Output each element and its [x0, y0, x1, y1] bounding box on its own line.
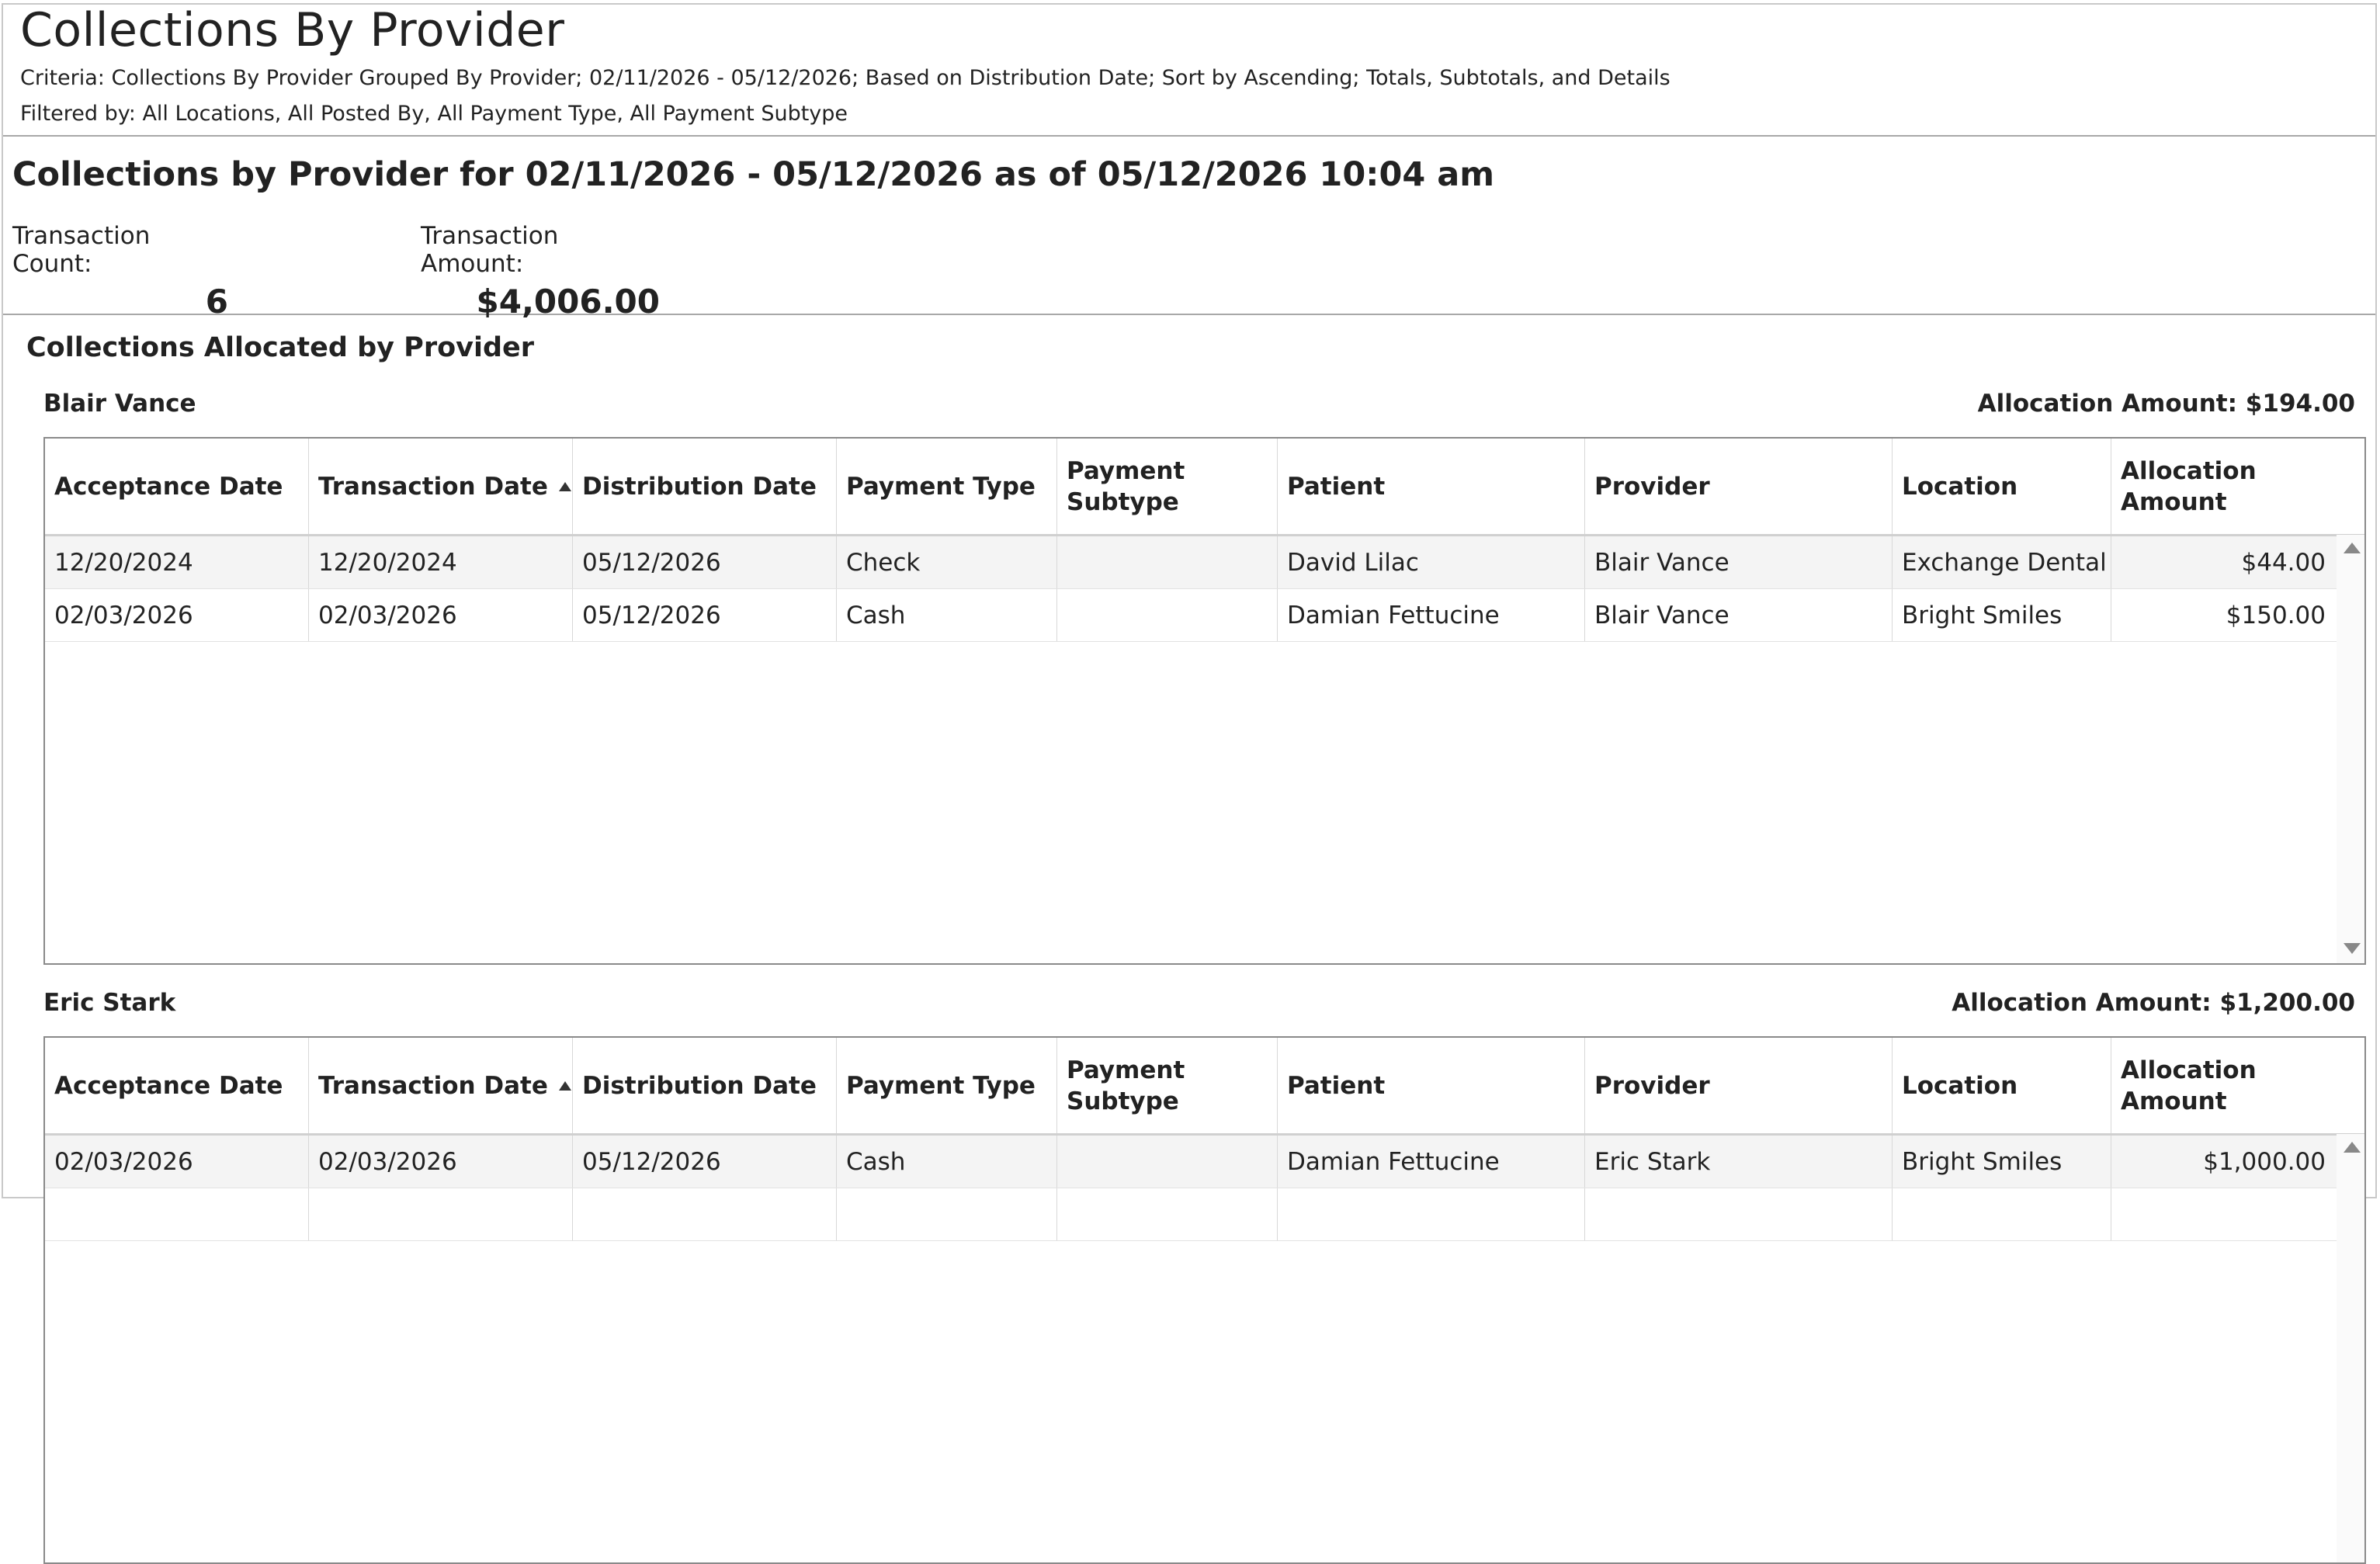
collections-grid[interactable]: Acceptance Date Transaction Date Distrib…	[43, 437, 2366, 965]
grid-header: Acceptance Date Transaction Date Distrib…	[45, 1038, 2364, 1136]
cell-patient: Damian Fettucine	[1278, 1136, 1585, 1188]
column-header-payment-type[interactable]: Payment Type	[837, 1038, 1057, 1133]
cell-payment-subtype	[1057, 536, 1278, 588]
cell-transaction-date: 02/03/2026	[309, 589, 573, 641]
cell-allocation-amount: $44.00	[2241, 548, 2326, 577]
cell-provider: Eric Stark	[1585, 1136, 1893, 1188]
transaction-amount-label: Transaction Amount:	[421, 222, 559, 278]
column-header-transaction-date[interactable]: Transaction Date	[309, 439, 573, 534]
transaction-count-label: Transaction Count:	[12, 222, 151, 278]
column-header-location[interactable]: Location	[1893, 439, 2111, 534]
provider-allocation-amount: Allocation Amount: $194.00	[1977, 390, 2355, 418]
cell-patient: David Lilac	[1278, 536, 1585, 588]
section-title: Collections Allocated by Provider	[26, 332, 534, 363]
cell-allocation-amount	[2111, 1188, 2340, 1240]
cell-location: Bright Smiles	[1893, 1136, 2111, 1188]
cell-payment-type: Cash	[837, 1136, 1057, 1188]
cell-location: Bright Smiles	[1893, 589, 2111, 641]
report-title: Collections By Provider	[20, 3, 565, 57]
transaction-amount: Transaction Amount: $4,006.00	[421, 222, 660, 321]
cell-allocation-amount: $1,000.00	[2203, 1147, 2326, 1176]
grid-header: Acceptance Date Transaction Date Distrib…	[45, 439, 2364, 536]
cell-acceptance-date	[45, 1188, 309, 1240]
column-header-distribution-date[interactable]: Distribution Date	[573, 1038, 837, 1133]
provider-allocation-amount: Allocation Amount: $1,200.00	[1952, 989, 2355, 1017]
scroll-down-icon[interactable]	[2344, 943, 2361, 954]
vertical-scrollbar[interactable]	[2337, 535, 2364, 963]
cell-allocation-amount: $150.00	[2226, 601, 2326, 629]
cell-payment-subtype	[1057, 589, 1278, 641]
cell-payment-type	[837, 1188, 1057, 1240]
cell-payment-subtype	[1057, 1136, 1278, 1188]
cell-acceptance-date: 02/03/2026	[45, 1136, 309, 1188]
column-header-payment-type[interactable]: Payment Type	[837, 439, 1057, 534]
table-row[interactable]: 02/03/2026 02/03/2026 05/12/2026 Cash Da…	[45, 1136, 2364, 1188]
cell-acceptance-date: 02/03/2026	[45, 589, 309, 641]
transaction-count-value: 6	[205, 283, 228, 321]
column-header-provider[interactable]: Provider	[1585, 1038, 1893, 1133]
column-header-allocation-amount[interactable]: Allocation Amount	[2111, 1038, 2340, 1133]
sort-ascending-icon[interactable]	[558, 1080, 571, 1091]
provider-name: Eric Stark	[43, 989, 176, 1017]
column-header-patient[interactable]: Patient	[1278, 1038, 1585, 1133]
column-header-patient[interactable]: Patient	[1278, 439, 1585, 534]
vertical-scrollbar[interactable]	[2337, 1134, 2364, 1562]
cell-patient	[1278, 1188, 1585, 1240]
sort-ascending-icon[interactable]	[558, 481, 571, 491]
cell-patient: Damian Fettucine	[1278, 589, 1585, 641]
column-header-transaction-date[interactable]: Transaction Date	[309, 1038, 573, 1133]
column-header-acceptance-date[interactable]: Acceptance Date	[45, 439, 309, 534]
column-header-distribution-date[interactable]: Distribution Date	[573, 439, 837, 534]
scroll-up-icon[interactable]	[2344, 1142, 2361, 1153]
table-row[interactable]	[45, 1188, 2364, 1241]
cell-transaction-date	[309, 1188, 573, 1240]
table-row[interactable]: 02/03/2026 02/03/2026 05/12/2026 Cash Da…	[45, 589, 2364, 642]
collections-grid[interactable]: Acceptance Date Transaction Date Distrib…	[43, 1036, 2366, 1564]
cell-transaction-date: 02/03/2026	[309, 1136, 573, 1188]
provider-name: Blair Vance	[43, 390, 196, 418]
report-filters: Filtered by: All Locations, All Posted B…	[20, 102, 848, 126]
transaction-amount-value: $4,006.00	[476, 283, 660, 321]
column-header-acceptance-date[interactable]: Acceptance Date	[45, 1038, 309, 1133]
column-header-label: Transaction Date	[318, 1071, 548, 1100]
report-criteria: Criteria: Collections By Provider Groupe…	[20, 66, 1671, 90]
summary-title: Collections by Provider for 02/11/2026 -…	[12, 155, 1495, 194]
cell-distribution-date: 05/12/2026	[573, 589, 837, 641]
column-header-payment-subtype[interactable]: Payment Subtype	[1057, 439, 1278, 534]
cell-distribution-date: 05/12/2026	[573, 536, 837, 588]
cell-location	[1893, 1188, 2111, 1240]
table-row[interactable]: 12/20/2024 12/20/2024 05/12/2026 Check D…	[45, 536, 2364, 589]
cell-provider	[1585, 1188, 1893, 1240]
cell-distribution-date	[573, 1188, 837, 1240]
column-header-allocation-amount[interactable]: Allocation Amount	[2111, 439, 2340, 534]
column-header-label: Transaction Date	[318, 472, 548, 501]
column-header-provider[interactable]: Provider	[1585, 439, 1893, 534]
cell-provider: Blair Vance	[1585, 589, 1893, 641]
scroll-up-icon[interactable]	[2344, 543, 2361, 553]
cell-provider: Blair Vance	[1585, 536, 1893, 588]
cell-transaction-date: 12/20/2024	[309, 536, 573, 588]
column-header-location[interactable]: Location	[1893, 1038, 2111, 1133]
transaction-count: Transaction Count: 6	[12, 222, 228, 321]
cell-distribution-date: 05/12/2026	[573, 1136, 837, 1188]
cell-location: Exchange Dental	[1893, 536, 2111, 588]
cell-payment-type: Cash	[837, 589, 1057, 641]
cell-acceptance-date: 12/20/2024	[45, 536, 309, 588]
report-header: Collections By Provider Criteria: Collec…	[3, 5, 2375, 137]
cell-payment-type: Check	[837, 536, 1057, 588]
column-header-payment-subtype[interactable]: Payment Subtype	[1057, 1038, 1278, 1133]
cell-payment-subtype	[1057, 1188, 1278, 1240]
summary-panel: Collections by Provider for 02/11/2026 -…	[3, 137, 2375, 321]
